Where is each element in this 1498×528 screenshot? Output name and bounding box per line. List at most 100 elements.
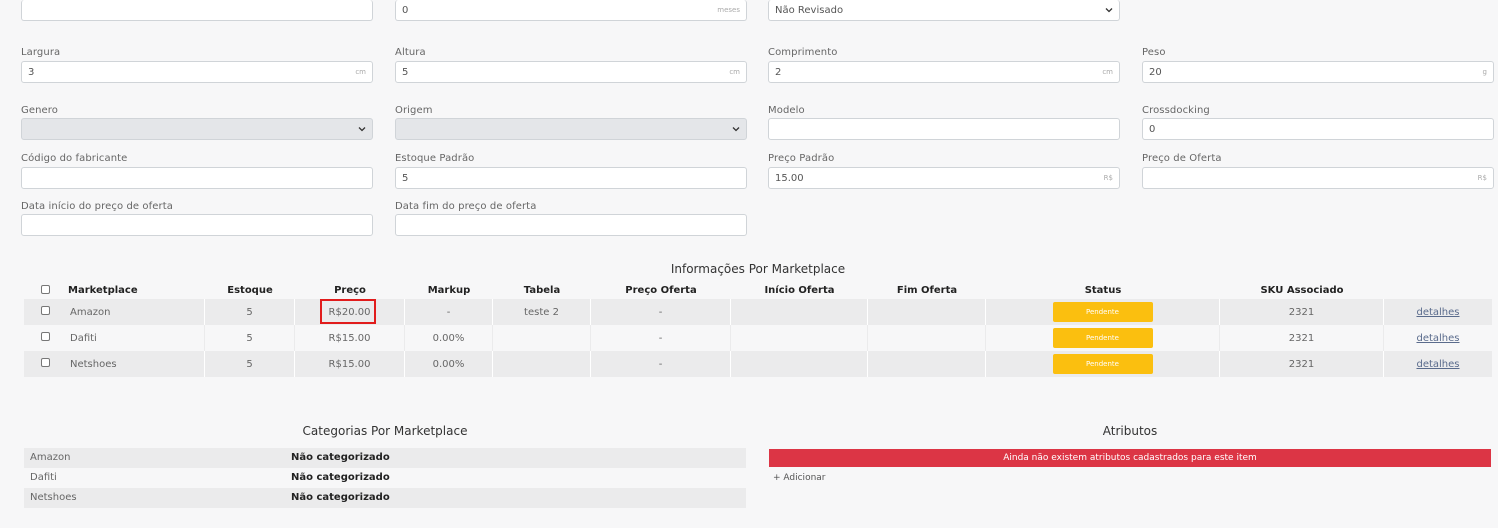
preco-oferta-currency: R$ xyxy=(1477,174,1487,182)
peso-unit: g xyxy=(1482,68,1487,76)
comprimento-value: 2 xyxy=(775,66,782,78)
category-marketplace: Dafiti xyxy=(30,472,57,483)
cell-inicio-oferta xyxy=(731,299,868,325)
detalhes-link[interactable]: detalhes xyxy=(1416,333,1459,344)
cell-preco: R$15.00 xyxy=(295,325,405,351)
top-field-1[interactable] xyxy=(21,0,373,21)
cell-sku: 2321 xyxy=(1220,351,1384,377)
col-sku-associado: SKU Associado xyxy=(1260,285,1344,296)
preco-oferta-label: Preço de Oferta xyxy=(1142,153,1222,164)
status-badge: Pendente xyxy=(1052,328,1153,348)
largura-unit: cm xyxy=(355,68,366,76)
data-fim-label: Data fim do preço de oferta xyxy=(395,201,537,212)
category-marketplace: Amazon xyxy=(30,452,71,463)
cell-markup: - xyxy=(405,299,493,325)
preco-padrao-label: Preço Padrão xyxy=(768,153,835,164)
col-status: Status xyxy=(1084,285,1122,296)
category-marketplace: Netshoes xyxy=(30,492,77,503)
preco-oferta-input[interactable]: R$ xyxy=(1142,167,1494,189)
chevron-down-icon xyxy=(732,127,740,132)
crossdocking-label: Crossdocking xyxy=(1142,105,1210,116)
cell-inicio-oferta xyxy=(731,325,868,351)
review-status-select[interactable]: Não Revisado xyxy=(768,0,1120,21)
category-value: Não categorizado xyxy=(291,452,390,463)
genero-select[interactable] xyxy=(21,118,373,140)
cell-tabela xyxy=(493,325,591,351)
row-checkbox[interactable] xyxy=(41,358,50,367)
cell-sku: 2321 xyxy=(1220,299,1384,325)
col-preco-oferta: Preço Oferta xyxy=(625,285,697,296)
cell-actions: detalhes xyxy=(1384,299,1492,325)
row-checkbox[interactable] xyxy=(41,332,50,341)
table-row: Amazon 5 R$20.00 - teste 2 - Pendente 23… xyxy=(24,299,1492,325)
price-highlight-box xyxy=(320,299,376,324)
data-inicio-label: Data início do preço de oferta xyxy=(21,201,173,212)
cell-estoque: 5 xyxy=(205,351,295,377)
cell-preco-oferta: - xyxy=(591,299,731,325)
comprimento-unit: cm xyxy=(1102,68,1113,76)
modelo-input[interactable] xyxy=(768,118,1120,140)
origem-select[interactable] xyxy=(395,118,747,140)
data-inicio-input[interactable] xyxy=(21,214,373,236)
largura-input[interactable]: 3 cm xyxy=(21,61,373,83)
status-badge: Pendente xyxy=(1052,354,1153,374)
cell-inicio-oferta xyxy=(731,351,868,377)
review-status-value: Não Revisado xyxy=(775,4,844,16)
category-row: Netshoes Não categorizado xyxy=(24,488,746,508)
preco-padrao-input[interactable]: 15.00 R$ xyxy=(768,167,1120,189)
preco-padrao-value: 15.00 xyxy=(775,172,804,184)
category-value: Não categorizado xyxy=(291,472,390,483)
col-fim-oferta: Fim Oferta xyxy=(896,285,958,296)
peso-input[interactable]: 20 g xyxy=(1142,61,1494,83)
peso-value: 20 xyxy=(1149,66,1162,78)
codigo-fabricante-label: Código do fabricante xyxy=(21,153,128,164)
warranty-months-input[interactable]: 0 meses xyxy=(395,0,747,21)
cell-status: Pendente xyxy=(986,351,1220,377)
warranty-months-value: 0 xyxy=(402,4,409,16)
atributos-section-title: Atributos xyxy=(1102,424,1158,438)
cell-status: Pendente xyxy=(986,299,1220,325)
detalhes-link[interactable]: detalhes xyxy=(1416,359,1459,370)
detalhes-link[interactable]: detalhes xyxy=(1416,307,1459,318)
crossdocking-value: 0 xyxy=(1149,123,1156,135)
comprimento-input[interactable]: 2 cm xyxy=(768,61,1120,83)
codigo-fabricante-input[interactable] xyxy=(21,167,373,189)
cell-fim-oferta xyxy=(868,299,986,325)
no-attributes-alert: Ainda não existem atributos cadastrados … xyxy=(769,449,1491,467)
cell-estoque: 5 xyxy=(205,299,295,325)
table-row: Dafiti 5 R$15.00 0.00% - Pendente 2321 d… xyxy=(24,325,1492,351)
altura-value: 5 xyxy=(402,66,409,78)
cell-actions: detalhes xyxy=(1384,325,1492,351)
genero-label: Genero xyxy=(21,105,59,116)
cell-status: Pendente xyxy=(986,325,1220,351)
comprimento-label: Comprimento xyxy=(768,47,838,58)
col-inicio-oferta: Início Oferta xyxy=(764,285,835,296)
cell-estoque: 5 xyxy=(205,325,295,351)
cell-marketplace: Amazon xyxy=(60,299,205,325)
col-marketplace: Marketplace xyxy=(68,285,138,296)
estoque-padrao-input[interactable]: 5 xyxy=(395,167,747,189)
row-checkbox[interactable] xyxy=(41,306,50,315)
category-value: Não categorizado xyxy=(291,492,390,503)
categorias-section-title: Categorias Por Marketplace xyxy=(302,424,468,438)
cell-tabela xyxy=(493,351,591,377)
cell-markup: 0.00% xyxy=(405,351,493,377)
altura-input[interactable]: 5 cm xyxy=(395,61,747,83)
data-fim-input[interactable] xyxy=(395,214,747,236)
cell-sku: 2321 xyxy=(1220,325,1384,351)
chevron-down-icon xyxy=(1105,8,1113,13)
cell-fim-oferta xyxy=(868,325,986,351)
modelo-label: Modelo xyxy=(768,105,805,116)
marketplace-section-title: Informações Por Marketplace xyxy=(670,262,846,276)
crossdocking-input[interactable]: 0 xyxy=(1142,118,1494,140)
status-badge: Pendente xyxy=(1052,302,1153,322)
largura-value: 3 xyxy=(28,66,35,78)
add-attribute-link[interactable]: + Adicionar xyxy=(773,473,826,483)
col-markup: Markup xyxy=(427,285,471,296)
select-all-checkbox[interactable] xyxy=(41,285,50,294)
preco-padrao-currency: R$ xyxy=(1103,174,1113,182)
altura-unit: cm xyxy=(729,68,740,76)
cell-preco-oferta: - xyxy=(591,351,731,377)
peso-label: Peso xyxy=(1142,47,1166,58)
category-row: Amazon Não categorizado xyxy=(24,448,746,468)
